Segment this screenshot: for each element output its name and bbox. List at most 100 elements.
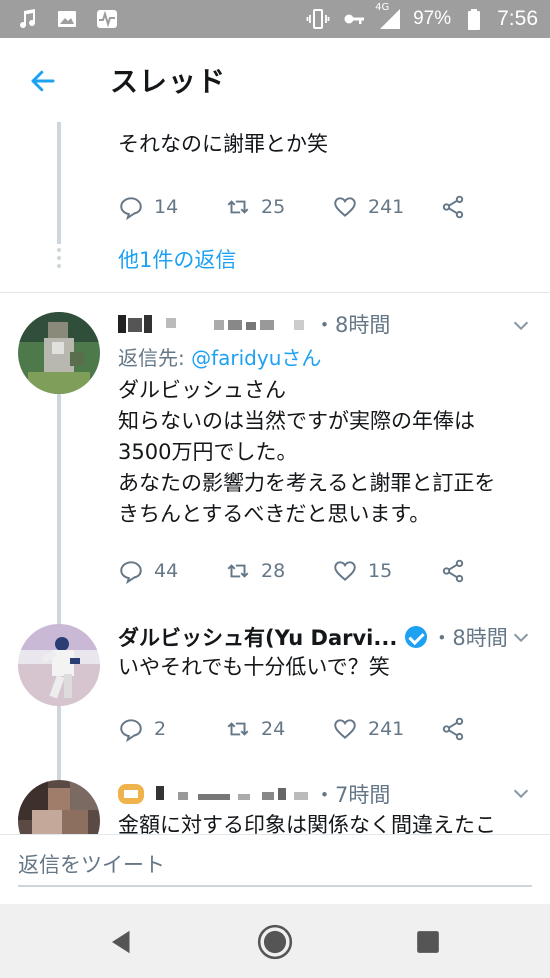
- obscured-username: [118, 312, 314, 336]
- more-replies-link[interactable]: 他1件の返信: [118, 244, 236, 274]
- obscured-username: [118, 782, 314, 806]
- tweet-menu-button[interactable]: [510, 782, 532, 804]
- tweet-text-line: 金額に対する印象は関係なく間違えたこ: [118, 813, 496, 834]
- reply-input[interactable]: [18, 845, 532, 887]
- tweet-author-name[interactable]: ダルビッシュ有(Yu Darvi...: [118, 622, 397, 652]
- page-title: スレッド: [110, 65, 227, 98]
- android-nav-bar: [0, 904, 550, 978]
- divider: [0, 292, 550, 293]
- avatar[interactable]: [18, 624, 100, 706]
- music-icon: [14, 6, 40, 32]
- avatar[interactable]: [18, 312, 100, 394]
- retweet-button[interactable]: 28: [225, 558, 285, 584]
- tweet-header: ・8時間: [118, 309, 538, 339]
- reply-button[interactable]: 44: [118, 558, 178, 584]
- nav-home-button[interactable]: [255, 922, 295, 962]
- clock: 7:56: [497, 7, 538, 30]
- reply-icon: [120, 719, 142, 742]
- share-button[interactable]: [440, 716, 466, 742]
- vibrate-icon: [305, 6, 331, 32]
- share-icon: [442, 559, 464, 583]
- image-icon: [54, 6, 80, 32]
- like-button[interactable]: 15: [332, 558, 392, 584]
- tweet-text: 金額に対する印象は関係なく間違えたこ: [118, 810, 538, 834]
- share-button[interactable]: [440, 558, 466, 584]
- tweet-text: ダルビッシュさん 知らないのは当然ですが実際の年俸は 3500万円でした。 あな…: [118, 375, 538, 530]
- reply-button[interactable]: 14: [118, 194, 178, 220]
- home-circle-icon: [257, 924, 293, 960]
- status-bar: 4G 97% 7:56: [0, 0, 550, 38]
- verified-badge-icon: [405, 626, 428, 648]
- network-label: 4G: [375, 2, 390, 13]
- reply-to-prefix: 返信先:: [118, 346, 192, 370]
- tweet-time: ・8時間: [314, 313, 391, 337]
- tweet-time: ・7時間: [314, 783, 391, 807]
- back-button[interactable]: [22, 60, 64, 102]
- share-button[interactable]: [440, 194, 466, 220]
- arrow-left-icon: [31, 70, 55, 92]
- reply-composer: [0, 834, 550, 904]
- retweet-icon: [227, 200, 249, 214]
- tweet-actions: 44 28 15: [118, 558, 538, 594]
- retweet-count: 24: [261, 718, 286, 740]
- tweet-time: ・8時間: [431, 626, 508, 650]
- retweet-button[interactable]: 25: [225, 194, 285, 220]
- tweet-text-line: ダルビッシュさん: [118, 378, 286, 402]
- like-count: 15: [368, 560, 393, 582]
- retweet-icon: [227, 564, 249, 578]
- tweet-text-line: 3500万円でした。: [118, 440, 298, 464]
- nav-back-button[interactable]: [102, 922, 142, 962]
- tweet-text-line: きちんとするべきだと思います。: [118, 502, 431, 526]
- retweet-button[interactable]: 24: [225, 716, 285, 742]
- thread-line: [57, 394, 61, 624]
- tweet-header: ・7時間: [118, 779, 538, 809]
- battery-percent: 97%: [413, 8, 452, 29]
- like-button[interactable]: 241: [332, 194, 404, 220]
- activity-icon: [94, 6, 120, 32]
- reply-count: 14: [154, 196, 179, 218]
- thread-line: [57, 706, 61, 780]
- like-count: 241: [368, 718, 405, 740]
- chevron-down-icon: [513, 789, 529, 799]
- battery-icon: [461, 6, 487, 32]
- tweet-text-line: あなたの影響力を考えると謝罪と訂正を: [118, 471, 496, 495]
- retweet-count: 25: [261, 196, 286, 218]
- reply-to-handle[interactable]: @faridyuさん: [191, 346, 321, 370]
- chevron-down-icon: [513, 321, 529, 331]
- reply-to: 返信先: @faridyuさん: [118, 342, 321, 371]
- heart-icon: [334, 561, 356, 581]
- tweet-actions: 2 24 241: [118, 716, 538, 752]
- thread-line: [57, 122, 61, 244]
- like-count: 241: [368, 196, 405, 218]
- app-header: スレッド: [0, 38, 550, 122]
- signal-icon: 4G: [375, 2, 403, 32]
- nav-recents-button[interactable]: [408, 922, 448, 962]
- key-icon: [341, 6, 367, 32]
- retweet-count: 28: [261, 560, 286, 582]
- reply-count: 2: [154, 718, 167, 740]
- tweet-text: いやそれでも十分低いで？笑: [118, 652, 538, 683]
- tweet-menu-button[interactable]: [510, 314, 532, 336]
- thread-list[interactable]: それなのに謝罪とか笑 14 25 241 他1件の返信 ・8時間 返信先: @f…: [0, 122, 550, 834]
- tweet-text-line: いやそれでも十分低いで？笑: [118, 655, 390, 679]
- tweet-actions: 14 25 241: [118, 194, 538, 230]
- reply-icon: [120, 561, 142, 584]
- like-button[interactable]: 241: [332, 716, 404, 742]
- reply-count: 44: [154, 560, 179, 582]
- tweet-menu-button[interactable]: [510, 626, 532, 648]
- tweet-header: ダルビッシュ有(Yu Darvi... ・8時間: [118, 622, 538, 652]
- retweet-icon: [227, 722, 249, 736]
- thread-dots: [57, 248, 61, 272]
- recents-square-icon: [417, 931, 439, 953]
- reply-icon: [120, 197, 142, 220]
- heart-icon: [334, 197, 356, 217]
- chevron-down-icon: [513, 633, 529, 643]
- avatar[interactable]: [18, 780, 100, 834]
- back-triangle-icon: [112, 930, 130, 954]
- heart-icon: [334, 719, 356, 739]
- tweet-text: それなのに謝罪とか笑: [118, 132, 328, 156]
- reply-button[interactable]: 2: [118, 716, 166, 742]
- share-icon: [442, 195, 464, 219]
- share-icon: [442, 717, 464, 741]
- tweet-text-line: 知らないのは当然ですが実際の年俸は: [118, 409, 475, 433]
